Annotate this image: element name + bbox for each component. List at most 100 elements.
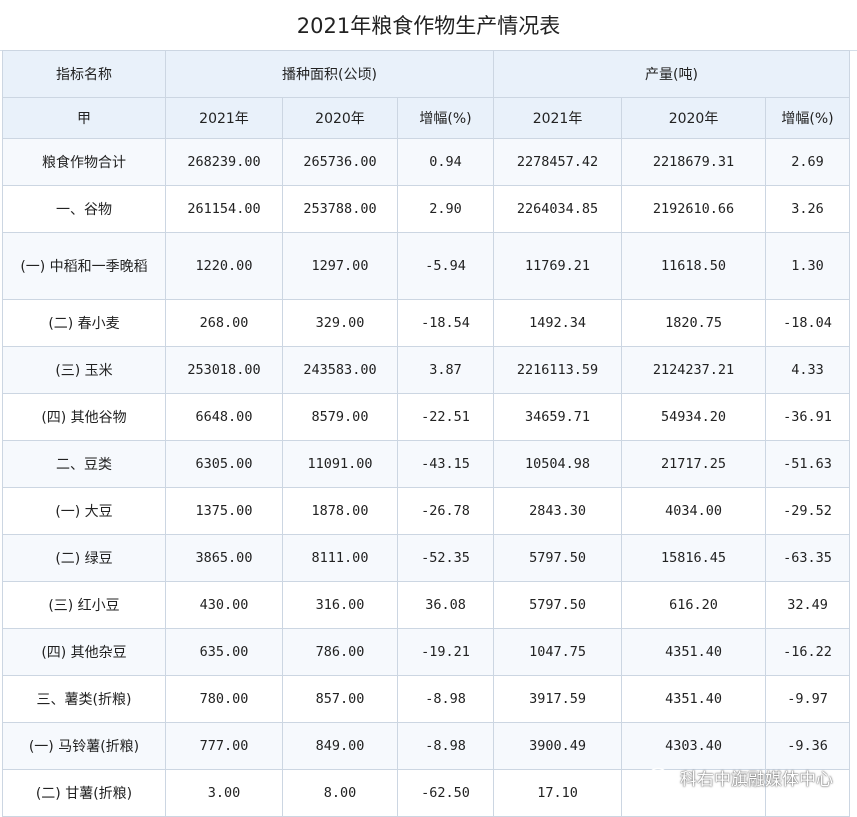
cell-ag: -18.54	[396, 299, 495, 347]
cell-og: -63.35	[765, 534, 851, 582]
cell-o20: 616.20	[621, 581, 767, 629]
cell-a21: 1220.00	[165, 232, 283, 300]
cell-o20: 15816.45	[621, 534, 767, 582]
cell-o21: 2216113.59	[493, 346, 623, 394]
cell-ag: 3.87	[396, 346, 495, 394]
row-label: (二) 绿豆	[2, 534, 166, 582]
table-title: 2021年粮食作物生产情况表	[0, 0, 857, 51]
cell-a21: 6648.00	[165, 393, 283, 441]
row-label: (四) 其他谷物	[2, 393, 166, 441]
cell-o21: 17.10	[493, 769, 623, 817]
cell-a21: 3865.00	[165, 534, 283, 582]
cell-a20: 8111.00	[282, 534, 398, 582]
cell-o20: 2124237.21	[621, 346, 767, 394]
cell-ag: -19.21	[396, 628, 495, 676]
cell-og: 32.49	[765, 581, 851, 629]
table-row: (四) 其他谷物 6648.00 8579.00 -22.51 34659.71 5493…	[2, 393, 851, 441]
cell-a20: 329.00	[282, 299, 398, 347]
table-row: 二、豆类 6305.00 11091.00 -43.15 10504.98 21717.2…	[2, 440, 851, 488]
wechat-icon	[648, 767, 674, 787]
grain-production-table: 指标名称 播种面积(公顷) 产量(吨) 甲 2021年 2020年 增幅(%) …	[2, 50, 851, 817]
cell-a20: 265736.00	[282, 138, 398, 186]
cell-og: -9.97	[765, 675, 851, 723]
cell-a21: 268.00	[165, 299, 283, 347]
row-label: (一) 中稻和一季晚稻	[2, 232, 166, 300]
cell-o21: 2264034.85	[493, 185, 623, 233]
cell-og: 4.33	[765, 346, 851, 394]
cell-o21: 5797.50	[493, 534, 623, 582]
cell-ag: 2.90	[396, 185, 495, 233]
cell-a21: 6305.00	[165, 440, 283, 488]
cell-a21: 261154.00	[165, 185, 283, 233]
cell-ag: -62.50	[396, 769, 495, 817]
cell-a20: 253788.00	[282, 185, 398, 233]
cell-ag: -43.15	[396, 440, 495, 488]
cell-o20: 21717.25	[621, 440, 767, 488]
header-output-growth: 增幅(%)	[765, 97, 851, 139]
header-indicator: 指标名称	[2, 50, 166, 98]
header-area-2020: 2020年	[282, 97, 398, 139]
cell-og: 2.69	[765, 138, 851, 186]
cell-a20: 243583.00	[282, 346, 398, 394]
cell-og: -9.36	[765, 722, 851, 770]
table-row: (一) 中稻和一季晚稻 1220.00 1297.00 -5.94 11769.21 11…	[2, 232, 851, 300]
cell-ag: 0.94	[396, 138, 495, 186]
cell-og: -29.52	[765, 487, 851, 535]
cell-a20: 316.00	[282, 581, 398, 629]
cell-ag: -5.94	[396, 232, 495, 300]
cell-ag: -8.98	[396, 675, 495, 723]
table-row: 三、薯类(折粮) 780.00 857.00 -8.98 3917.59 4351.40-…	[2, 675, 851, 723]
row-label: 三、薯类(折粮)	[2, 675, 166, 723]
table-row: (三) 红小豆 430.00 316.00 36.08 5797.50 616.20 32.…	[2, 581, 851, 629]
table-row: (三) 玉米 253018.00 243583.00 3.87 2216113.59 21…	[2, 346, 851, 394]
cell-a21: 268239.00	[165, 138, 283, 186]
row-label: 粮食作物合计	[2, 138, 166, 186]
cell-og: 1.30	[765, 232, 851, 300]
header-output-2021: 2021年	[493, 97, 623, 139]
cell-a21: 1375.00	[165, 487, 283, 535]
cell-o21: 3900.49	[493, 722, 623, 770]
row-label: 一、谷物	[2, 185, 166, 233]
cell-ag: -26.78	[396, 487, 495, 535]
cell-o21: 11769.21	[493, 232, 623, 300]
cell-a20: 849.00	[282, 722, 398, 770]
cell-o21: 3917.59	[493, 675, 623, 723]
cell-a20: 1878.00	[282, 487, 398, 535]
row-label: (一) 马铃薯(折粮)	[2, 722, 166, 770]
header-row-2: 甲 2021年 2020年 增幅(%) 2021年 2020年 增幅(%)	[2, 97, 851, 139]
cell-o20: 4351.40	[621, 628, 767, 676]
cell-og: -51.63	[765, 440, 851, 488]
header-output: 产量(吨)	[493, 50, 851, 98]
cell-og: 3.26	[765, 185, 851, 233]
cell-o21: 2843.30	[493, 487, 623, 535]
cell-o20: 1820.75	[621, 299, 767, 347]
cell-og: -16.22	[765, 628, 851, 676]
cell-o21: 1047.75	[493, 628, 623, 676]
header-area-2021: 2021年	[165, 97, 283, 139]
header-sub-first: 甲	[2, 97, 166, 139]
cell-o20: 4351.40	[621, 675, 767, 723]
cell-a21: 780.00	[165, 675, 283, 723]
row-label: (一) 大豆	[2, 487, 166, 535]
cell-o21: 5797.50	[493, 581, 623, 629]
cell-a20: 8579.00	[282, 393, 398, 441]
cell-o21: 10504.98	[493, 440, 623, 488]
cell-ag: -52.35	[396, 534, 495, 582]
cell-a21: 3.00	[165, 769, 283, 817]
table-row: (四) 其他杂豆 635.00 786.00 -19.21 1047.75 4351.40…	[2, 628, 851, 676]
header-row-1: 指标名称 播种面积(公顷) 产量(吨)	[2, 50, 851, 98]
cell-o21: 34659.71	[493, 393, 623, 441]
row-label: (三) 红小豆	[2, 581, 166, 629]
table-row: (一) 马铃薯(折粮) 777.00 849.00 -8.98 3900.49 4303.…	[2, 722, 851, 770]
header-area: 播种面积(公顷)	[164, 50, 495, 98]
watermark-text: 科右中旗融媒体中心	[680, 770, 833, 790]
cell-o20: 54934.20	[621, 393, 767, 441]
cell-a21: 430.00	[165, 581, 283, 629]
row-label: 二、豆类	[2, 440, 166, 488]
cell-o20: 4034.00	[621, 487, 767, 535]
cell-o20: 4303.40	[621, 722, 767, 770]
cell-ag: -8.98	[396, 722, 495, 770]
row-label: (二) 春小麦	[2, 299, 166, 347]
table-row: (一) 大豆 1375.00 1878.00 -26.78 2843.30 4034.00…	[2, 487, 851, 535]
table-row: (二) 春小麦 268.00 329.00 -18.54 1492.34 1820.75-…	[2, 299, 851, 347]
